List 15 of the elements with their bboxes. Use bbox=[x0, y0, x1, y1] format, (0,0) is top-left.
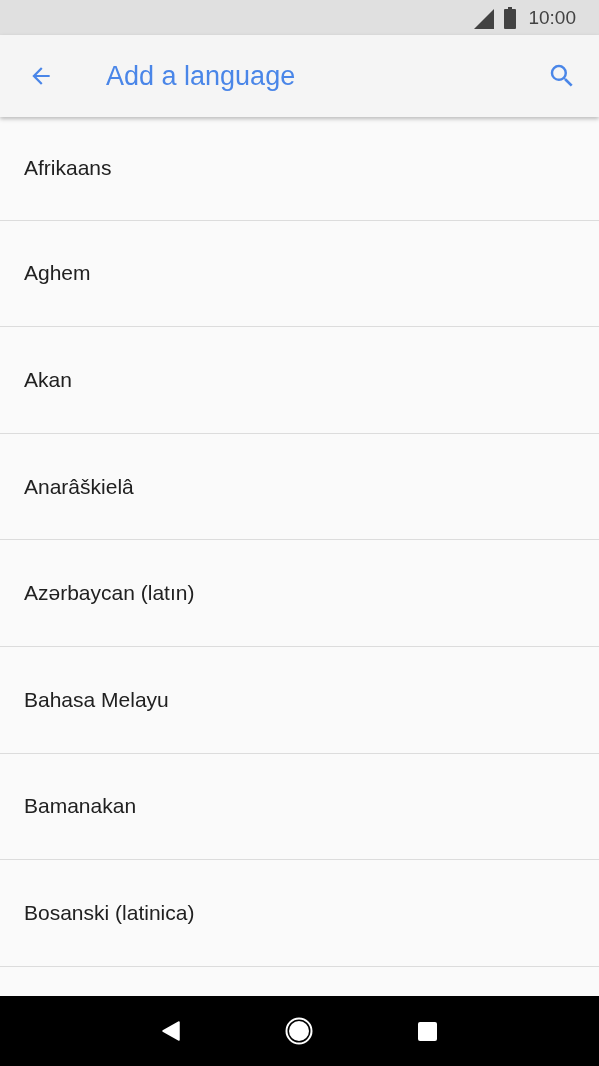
language-item[interactable]: Azərbaycan (latın) bbox=[24, 581, 195, 606]
language-item[interactable]: Bamanakan bbox=[24, 794, 137, 819]
back-triangle-icon[interactable] bbox=[162, 1021, 181, 1041]
language-item[interactable]: Aghem bbox=[24, 261, 91, 286]
language-item[interactable]: Bosanski (latinica) bbox=[24, 900, 195, 925]
signal-icon bbox=[474, 8, 495, 29]
clock-time: 10:00 bbox=[528, 6, 576, 29]
overview-square-icon[interactable] bbox=[417, 1021, 437, 1041]
screen-title: Add a language bbox=[106, 60, 297, 92]
home-circle-icon[interactable] bbox=[285, 1017, 313, 1045]
language-item[interactable]: Bahasa Melayu bbox=[24, 687, 169, 712]
language-item[interactable]: Afrikaans bbox=[24, 156, 112, 181]
language-item[interactable]: Akan bbox=[24, 368, 72, 392]
language-item[interactable]: Anarâškielâ bbox=[24, 474, 134, 499]
battery-icon bbox=[504, 6, 517, 29]
